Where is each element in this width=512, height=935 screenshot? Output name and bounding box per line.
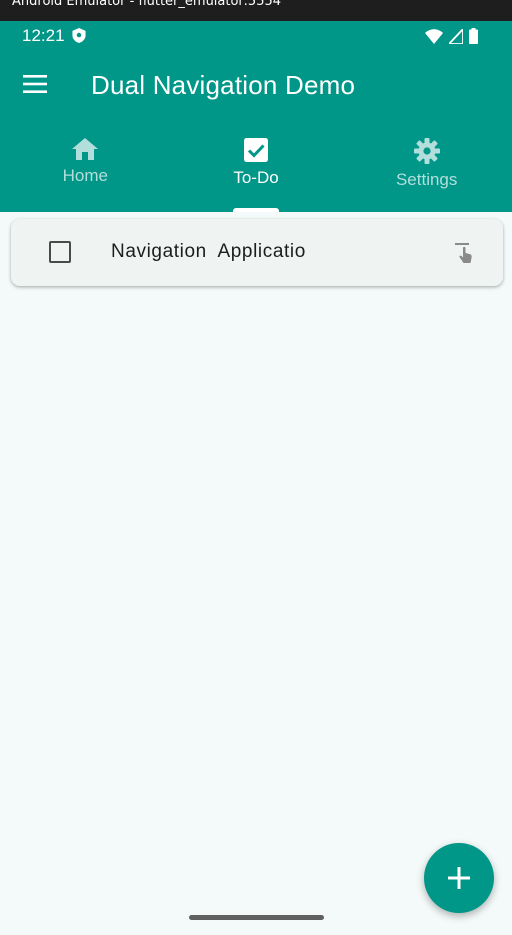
tab-todo[interactable]: To-Do [171,117,342,212]
battery-icon [469,28,478,44]
plus-icon [448,867,470,889]
active-tab-indicator [233,208,279,212]
tab-home[interactable]: Home [0,117,171,212]
tab-bar: Home To-Do Settings [0,117,512,212]
tab-todo-label: To-Do [233,168,279,187]
tab-home-label: Home [62,166,109,185]
gear-icon [413,138,440,164]
todo-checkbox[interactable] [49,241,71,263]
menu-icon [23,75,47,93]
shield-icon [72,28,86,43]
add-todo-button[interactable] [424,843,494,913]
gesture-navigation-bar[interactable] [189,915,324,920]
wifi-icon [425,28,443,44]
app-title: Dual Navigation Demo [91,70,356,100]
menu-button[interactable] [14,63,56,105]
list-item[interactable]: Navigation Applicatio [11,219,503,286]
emulator-window-title: Android Emulator - flutter_emulator:5554 [0,0,512,21]
todo-title: Navigation Applicatio [111,241,306,262]
phone-screen: 12:21 Dual Navigation Demo Home To-Do Se… [0,21,512,935]
touch-drag-icon[interactable] [453,241,475,265]
app-bar: Dual Navigation Demo [0,51,512,117]
window-title-text: Android Emulator - flutter_emulator:5554 [12,0,282,9]
status-icons [425,28,478,44]
tab-settings-label: Settings [395,170,458,189]
status-time: 12:21 [22,26,65,45]
home-icon [72,138,99,160]
signal-icon [449,28,463,44]
checkbox-icon [244,138,268,162]
status-bar: 12:21 [0,21,512,51]
tab-settings[interactable]: Settings [341,117,512,212]
